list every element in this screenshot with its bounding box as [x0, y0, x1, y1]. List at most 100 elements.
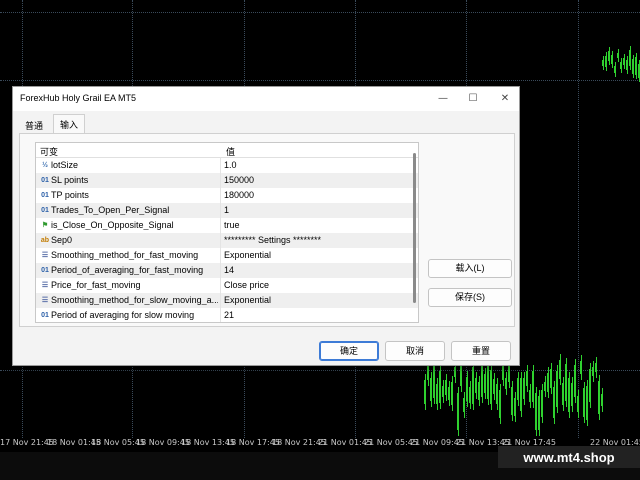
candle: [524, 372, 525, 406]
candle: [437, 377, 438, 410]
grid-line: [0, 370, 640, 371]
maximize-icon[interactable]: ☐: [459, 89, 487, 109]
candle: [624, 54, 625, 69]
candle: [618, 49, 619, 63]
candle: [593, 360, 594, 382]
candle: [539, 390, 540, 436]
reset-button[interactable]: 重置: [451, 341, 511, 361]
table-row[interactable]: 01 TP points 180000: [36, 188, 418, 203]
candle: [569, 372, 570, 419]
grid-line: [0, 80, 640, 81]
candle: [566, 357, 567, 408]
enum-icon: ☰: [41, 282, 49, 289]
candle: [425, 373, 426, 411]
candle: [500, 384, 501, 424]
candle: [497, 378, 498, 411]
parameter-value[interactable]: 1: [224, 205, 229, 215]
watermark: www.mt4.shop: [498, 446, 640, 468]
candle: [506, 372, 507, 395]
candle: [521, 371, 522, 417]
candle: [452, 376, 453, 412]
minimize-icon[interactable]: —: [429, 89, 457, 109]
title-bar[interactable]: ForexHub Holy Grail EA MT5 — ☐ ✕: [13, 87, 519, 111]
parameter-name: Smoothing_method_for_fast_moving: [51, 250, 199, 260]
inputs-panel: 可变 值 ½ lotSize 1.0 01 SL points 150000 01 TP po…: [19, 133, 515, 327]
candle: [584, 382, 585, 424]
parameter-value[interactable]: 180000: [224, 190, 254, 200]
candle: [621, 58, 622, 73]
candle: [476, 371, 477, 399]
candle: [518, 371, 519, 407]
column-header-value[interactable]: 值: [226, 145, 235, 158]
vertical-scrollbar[interactable]: [413, 153, 416, 303]
table-header: 可变 值: [36, 143, 418, 158]
candle: [636, 52, 637, 79]
candle: [581, 354, 582, 380]
candle: [485, 368, 486, 399]
tab-common[interactable]: 普通: [19, 116, 49, 133]
candle: [606, 51, 607, 72]
candle: [446, 373, 447, 401]
grid-line: [0, 12, 640, 13]
parameter-value[interactable]: Exponential: [224, 295, 271, 305]
candle: [587, 380, 588, 427]
parameter-value[interactable]: 14: [224, 265, 234, 275]
table-row[interactable]: ☰ Smoothing_method_for_slow_moving_a... Ex…: [36, 293, 418, 308]
candle: [527, 364, 528, 392]
parameter-value[interactable]: 150000: [224, 175, 254, 185]
candle: [575, 359, 576, 403]
enum-icon: ☰: [41, 297, 49, 304]
tab-inputs[interactable]: 输入: [53, 114, 86, 133]
string-icon: ab: [40, 237, 50, 244]
parameter-value[interactable]: ********* Settings ********: [224, 235, 321, 245]
table-row[interactable]: 01 SL points 150000: [36, 173, 418, 188]
inputs-table: 可变 值 ½ lotSize 1.0 01 SL points 150000 01 TP po…: [35, 142, 419, 323]
parameter-value[interactable]: Exponential: [224, 250, 271, 260]
candle: [536, 386, 537, 436]
column-divider: [220, 218, 221, 233]
table-row[interactable]: ½ lotSize 1.0: [36, 158, 418, 173]
column-header-name[interactable]: 可变: [40, 145, 58, 158]
candle: [603, 55, 604, 70]
table-row[interactable]: 01 Period_of_averaging_for_fast_moving 14: [36, 263, 418, 278]
ok-button[interactable]: 确定: [319, 341, 379, 361]
candle: [431, 371, 432, 407]
candle: [602, 387, 603, 413]
dialog-title: ForexHub Holy Grail EA MT5: [20, 93, 137, 103]
candle: [494, 372, 495, 400]
table-row[interactable]: 01 Period of averaging for slow moving 21: [36, 308, 418, 322]
candle: [599, 375, 600, 421]
candle: [627, 55, 628, 75]
integer-icon: 01: [41, 312, 49, 319]
parameter-name: SL points: [51, 175, 89, 185]
table-row[interactable]: 01 Trades_To_Open_Per_Signal 1: [36, 203, 418, 218]
candle: [470, 380, 471, 410]
close-icon[interactable]: ✕: [491, 89, 519, 109]
load-button[interactable]: 载入(L): [428, 259, 512, 278]
integer-icon: 01: [41, 267, 49, 274]
candle: [449, 380, 450, 406]
table-row[interactable]: ☰ Smoothing_method_for_fast_moving Exponen…: [36, 248, 418, 263]
candle: [560, 354, 561, 386]
table-row[interactable]: ab Sep0 ********* Settings ********: [36, 233, 418, 248]
candle: [633, 55, 634, 79]
parameter-value[interactable]: 21: [224, 310, 234, 320]
cancel-button[interactable]: 取消: [385, 341, 445, 361]
parameter-name: Trades_To_Open_Per_Signal: [51, 205, 170, 215]
time-label: 17 Nov 21:45: [0, 438, 54, 447]
grid-line: [578, 0, 579, 438]
column-divider: [220, 263, 221, 278]
table-row[interactable]: ☰ Price_for_fast_moving Close price: [36, 278, 418, 293]
parameter-value[interactable]: Close price: [224, 280, 269, 290]
parameter-value[interactable]: 1.0: [224, 160, 237, 170]
parameter-value[interactable]: true: [224, 220, 240, 230]
candle: [512, 381, 513, 421]
candle: [533, 364, 534, 408]
table-row[interactable]: ⚑ is_Close_On_Opposite_Signal true: [36, 218, 418, 233]
save-button[interactable]: 保存(S): [428, 288, 512, 307]
candle: [612, 50, 613, 68]
column-divider: [220, 278, 221, 293]
candle: [590, 363, 591, 409]
candle: [551, 362, 552, 395]
candle: [482, 360, 483, 404]
